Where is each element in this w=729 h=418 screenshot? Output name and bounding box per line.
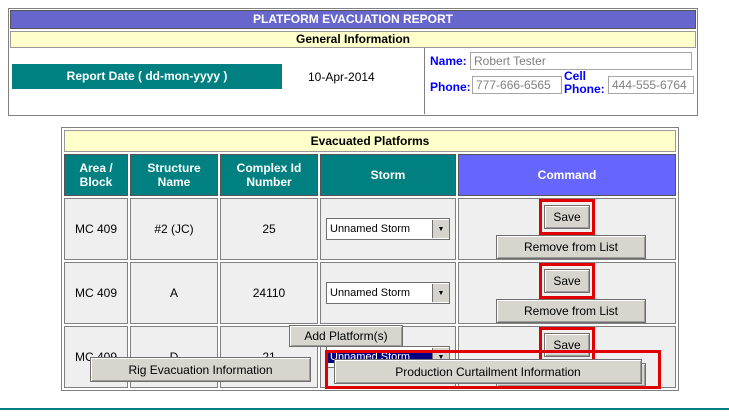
storm-selected-value: Unnamed Storm [327, 287, 432, 299]
cell-phone-input[interactable] [608, 76, 694, 94]
contact-fields: Name: Phone: Cell Phone: [426, 50, 694, 114]
cell-area-block: MC 409 [64, 198, 128, 260]
column-header-complex-id: Complex Id Number [220, 154, 318, 196]
storm-selected-value: Unnamed Storm [327, 223, 432, 235]
column-header-structure-name: Structure Name [130, 154, 218, 196]
cell-storm: Unnamed Storm ▼ [320, 198, 456, 260]
table-row: MC 409 #2 (JC) 25 Unnamed Storm ▼ Save Re… [64, 198, 676, 260]
cell-complex-id: 24110 [220, 262, 318, 324]
general-information-content: Report Date ( dd-mon-yyyy ) 10-Apr-2014 … [10, 50, 696, 114]
phone-label: Phone: [430, 80, 471, 94]
chevron-down-icon[interactable]: ▼ [432, 284, 449, 302]
cell-storm: Unnamed Storm ▼ [320, 262, 456, 324]
cell-area-block: MC 409 [64, 262, 128, 324]
table-row: MC 409 A 24110 Unnamed Storm ▼ Save Remov… [64, 262, 676, 324]
rig-evacuation-information-button[interactable]: Rig Evacuation Information [90, 357, 311, 382]
remove-from-list-button[interactable]: Remove from List [496, 299, 646, 323]
production-curtailment-information-button[interactable]: Production Curtailment Information [334, 359, 642, 384]
general-information-header: General Information [10, 31, 696, 48]
chevron-down-icon[interactable]: ▼ [432, 220, 449, 238]
cell-command: Save Remove from List [458, 198, 676, 260]
general-information-panel: PLATFORM EVACUATION REPORT General Infor… [8, 8, 698, 116]
cell-structure-name: #2 (JC) [130, 198, 218, 260]
column-header-area-block: Area / Block [64, 154, 128, 196]
annotation-highlight-save-2: Save [539, 263, 595, 299]
storm-select[interactable]: Unnamed Storm ▼ [326, 282, 450, 304]
column-header-command: Command [458, 154, 676, 196]
page-title: PLATFORM EVACUATION REPORT [10, 10, 696, 29]
name-label: Name: [430, 54, 467, 68]
remove-from-list-button[interactable]: Remove from List [496, 235, 646, 259]
vertical-divider [424, 48, 425, 114]
column-header-storm: Storm [320, 154, 456, 196]
cell-structure-name: A [130, 262, 218, 324]
cell-command: Save Remove from List [458, 262, 676, 324]
cell-complex-id: 25 [220, 198, 318, 260]
bottom-divider [0, 408, 729, 410]
storm-select[interactable]: Unnamed Storm ▼ [326, 218, 450, 240]
save-button[interactable]: Save [544, 269, 590, 293]
report-date-label: Report Date ( dd-mon-yyyy ) [12, 64, 282, 89]
name-input[interactable] [470, 52, 692, 70]
add-platforms-button[interactable]: Add Platform(s) [289, 325, 403, 347]
annotation-highlight-save-1: Save [539, 199, 595, 235]
report-date-value: 10-Apr-2014 [308, 70, 375, 84]
evacuated-platforms-header: Evacuated Platforms [64, 130, 676, 152]
cell-phone-label: Cell Phone: [564, 70, 606, 96]
phone-input[interactable] [472, 76, 562, 94]
annotation-highlight-production-curtailment: Production Curtailment Information [325, 350, 661, 389]
save-button[interactable]: Save [544, 205, 590, 229]
